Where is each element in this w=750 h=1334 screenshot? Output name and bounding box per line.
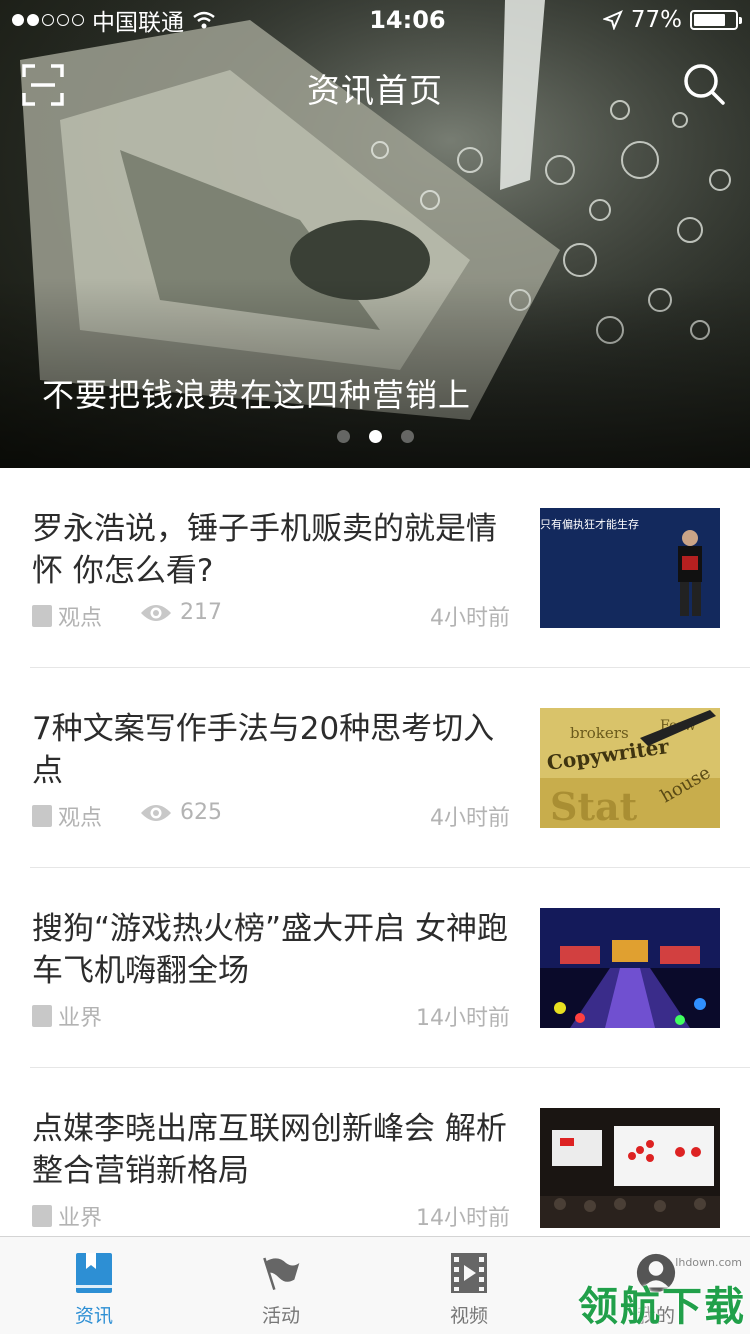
tab-news[interactable]: 资讯	[34, 1237, 154, 1334]
view-count: 625	[180, 800, 222, 825]
battery-percent: 77%	[630, 7, 682, 33]
battery-icon	[690, 10, 742, 30]
article-meta: 观点 625 4小时前	[32, 800, 510, 831]
banner-caption[interactable]: 不要把钱浪费在这四种营销上	[42, 370, 471, 416]
signal-strength-icon	[12, 14, 84, 26]
thumbnail-text: 只有偏执狂才能生存	[540, 517, 639, 531]
article-time: 4小时前	[430, 606, 510, 631]
eye-icon	[141, 604, 171, 621]
page-dot[interactable]	[336, 430, 350, 443]
watermark-url: lhdown.com	[675, 1256, 742, 1269]
carrier-name: 中国联通	[92, 10, 184, 36]
wifi-icon	[193, 11, 215, 29]
article-meta: 观点 217 4小时前	[32, 600, 510, 631]
article-category: 观点	[58, 806, 103, 831]
category-icon	[32, 805, 52, 827]
article-title[interactable]: 点媒李晓出席互联网创新峰会 解析整合营销新格局	[32, 1108, 512, 1192]
banner-page-indicator[interactable]	[0, 430, 750, 443]
page-title: 资讯首页	[307, 71, 443, 110]
page-dot-active[interactable]	[368, 430, 382, 443]
article-time: 4小时前	[430, 806, 510, 831]
article-thumbnail[interactable]	[540, 908, 720, 1028]
article-item[interactable]: 7种文案写作手法与20种思考切入点 观点 625 4小时前 brokers Fo…	[0, 668, 750, 868]
tab-events[interactable]: 活动	[221, 1237, 341, 1334]
category-icon	[32, 1005, 52, 1027]
article-meta: 业界 14小时前	[32, 1200, 510, 1231]
article-time: 14小时前	[416, 1206, 510, 1231]
article-category: 观点	[58, 606, 103, 631]
tab-label: 活动	[261, 1305, 300, 1327]
watermark-logo: lhdown.com 领航下载	[560, 1254, 750, 1334]
article-title[interactable]: 7种文案写作手法与20种思考切入点	[32, 708, 512, 792]
clock: 14:06	[369, 6, 446, 34]
svg-text:Stat: Stat	[550, 784, 638, 828]
article-time: 14小时前	[416, 1006, 510, 1031]
status-bar: 中国联通 14:06 77%	[0, 0, 750, 40]
article-thumbnail[interactable]	[540, 1108, 720, 1228]
article-list: 罗永浩说，锤子手机贩卖的就是情怀 你怎么看? 观点 217 4小时前 只有偏执狂…	[0, 468, 750, 1268]
article-title[interactable]: 搜狗“游戏热火榜”盛大开启 女神跑车飞机嗨翻全场	[32, 908, 512, 992]
location-arrow-icon	[602, 10, 623, 30]
article-thumbnail[interactable]: brokers Forw Copywriter Stat house	[540, 708, 720, 828]
search-icon[interactable]	[682, 62, 726, 106]
eye-icon	[141, 804, 171, 821]
watermark-text: 领航下载	[578, 1284, 746, 1330]
article-item[interactable]: 罗永浩说，锤子手机贩卖的就是情怀 你怎么看? 观点 217 4小时前 只有偏执狂…	[0, 468, 750, 668]
view-count: 217	[180, 600, 222, 625]
book-icon	[76, 1253, 112, 1293]
category-icon	[32, 1205, 52, 1227]
page-dot[interactable]	[400, 430, 414, 443]
svg-text:brokers: brokers	[570, 724, 629, 742]
tab-video[interactable]: 视频	[409, 1237, 529, 1334]
nav-bar: 资讯首页	[0, 44, 750, 124]
tab-label: 视频	[449, 1305, 488, 1327]
article-item[interactable]: 搜狗“游戏热火榜”盛大开启 女神跑车飞机嗨翻全场 业界 14小时前	[0, 868, 750, 1068]
article-thumbnail[interactable]: 只有偏执狂才能生存	[540, 508, 720, 628]
flag-icon	[263, 1257, 300, 1291]
category-icon	[32, 605, 52, 627]
article-category: 业界	[58, 1206, 103, 1231]
article-meta: 业界 14小时前	[32, 1000, 510, 1031]
article-category: 业界	[58, 1006, 103, 1031]
film-icon	[451, 1253, 487, 1293]
tab-label: 资讯	[74, 1305, 113, 1327]
article-title[interactable]: 罗永浩说，锤子手机贩卖的就是情怀 你怎么看?	[32, 508, 512, 592]
hero-banner[interactable]: 中国联通 14:06 77% 资讯首页 不要把钱浪费在这四种营销上	[0, 0, 750, 468]
